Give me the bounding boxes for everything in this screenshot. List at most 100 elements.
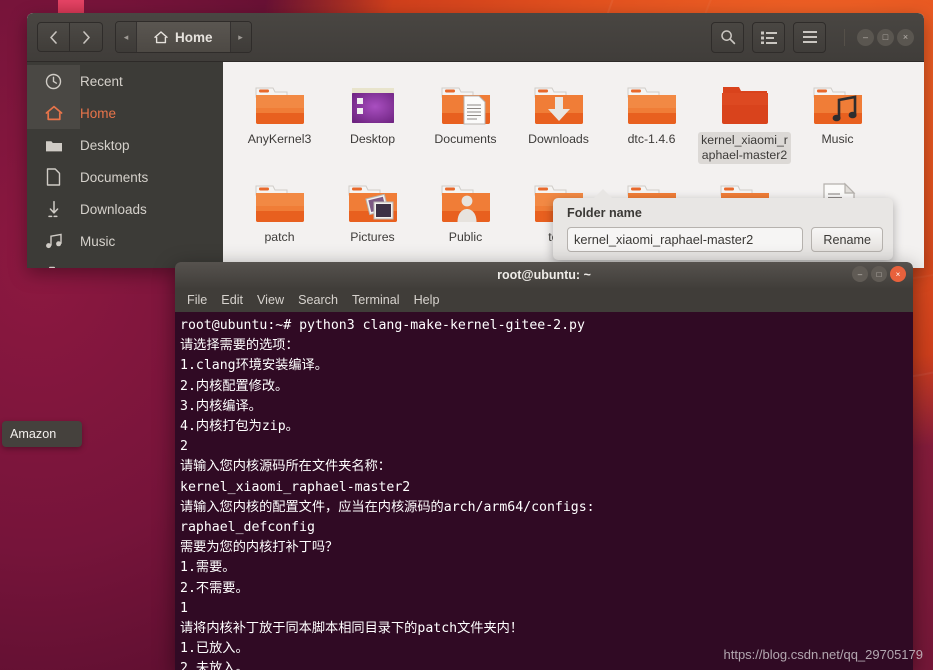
file-item-label: Documents: [434, 132, 497, 146]
view-toggle-button[interactable]: [752, 21, 785, 53]
terminal-line: 请输入您内核的配置文件，应当在内核源码的arch/arm64/configs:: [180, 499, 595, 515]
breadcrumb-item-home[interactable]: Home: [136, 22, 231, 52]
launcher-tooltip-amazon: Amazon: [2, 421, 82, 447]
file-item-desktop[interactable]: Desktop: [326, 68, 419, 164]
terminal-menu-bar: File Edit View Search Terminal Help: [175, 288, 913, 312]
maximize-button[interactable]: □: [877, 28, 894, 46]
file-item-label: Pictures: [350, 230, 395, 244]
minimize-button[interactable]: –: [857, 28, 874, 46]
terminal-close-button[interactable]: ×: [890, 266, 906, 282]
list-view-icon: [760, 31, 777, 44]
home-icon: [154, 30, 168, 43]
file-item-anykernel3[interactable]: AnyKernel3: [233, 68, 326, 164]
folder-documents-icon: [419, 74, 512, 126]
file-item-music[interactable]: Music: [791, 68, 884, 164]
file-item-label: Desktop: [349, 132, 396, 146]
menu-item-terminal[interactable]: Terminal: [352, 293, 400, 307]
sidebar-item-recent[interactable]: Recent: [27, 65, 223, 97]
rename-popover-title: Folder name: [567, 206, 642, 220]
sidebar-item-label: Pictures: [80, 266, 129, 269]
terminal-line: 请将内核补丁放于同本脚本相同目录下的patch文件夹内！: [180, 621, 524, 637]
nav-button-group: [37, 22, 103, 52]
terminal-line: 2.不需要。: [180, 580, 249, 596]
hamburger-menu-icon: [802, 31, 817, 43]
back-button[interactable]: [37, 22, 70, 52]
terminal-line: 需要为您的内核打补丁吗？: [180, 540, 339, 556]
sidebar-item-home[interactable]: Home: [27, 97, 223, 129]
file-item-public[interactable]: Public: [419, 166, 512, 245]
terminal-line: 1: [180, 600, 188, 616]
home-icon: [27, 97, 80, 129]
terminal-line: kernel_xiaomi_raphael-master2: [180, 479, 411, 495]
file-item-documents[interactable]: Documents: [419, 68, 512, 164]
folder-public-icon: [419, 172, 512, 224]
terminal-line: 请选择需要的选项：: [180, 338, 299, 354]
terminal-line: root@ubuntu:~# python3 clang-make-kernel…: [180, 318, 585, 333]
search-button[interactable]: [711, 21, 744, 53]
watermark-url: https://blog.csdn.net/qq_29705179: [723, 647, 924, 662]
file-grid-row: AnyKernel3 Desktop Documents Downloads d…: [233, 68, 924, 164]
terminal-line: 4.内核打包为zip。: [180, 419, 299, 435]
rename-popover-row: Rename: [567, 227, 883, 252]
music-icon: [27, 233, 80, 249]
file-item-label: kernel_xiaomi_raphael-master2: [698, 132, 791, 164]
sidebar-item-downloads[interactable]: Downloads: [27, 193, 223, 225]
close-button[interactable]: ×: [897, 28, 914, 46]
file-item-patch[interactable]: patch: [233, 166, 326, 245]
terminal-title-bar[interactable]: root@ubuntu: ~ – □ ×: [175, 262, 913, 288]
terminal-line: 3.内核编译。: [180, 398, 262, 414]
sidebar-item-label: Downloads: [80, 201, 147, 217]
rename-button[interactable]: Rename: [811, 227, 883, 252]
menu-item-view[interactable]: View: [257, 293, 284, 307]
folder-icon: [605, 74, 698, 126]
folder-name-input[interactable]: [567, 227, 804, 252]
search-icon: [720, 30, 735, 45]
terminal-line: 2.内核配置修改。: [180, 378, 289, 394]
terminal-line: 2: [180, 439, 188, 455]
menu-item-help[interactable]: Help: [414, 293, 440, 307]
file-item-dtc[interactable]: dtc-1.4.6: [605, 68, 698, 164]
file-item-pictures[interactable]: Pictures: [326, 166, 419, 245]
sidebar-item-documents[interactable]: Documents: [27, 161, 223, 193]
file-item-kernel-xiaomi-raphael-master2[interactable]: kernel_xiaomi_raphael-master2: [698, 68, 791, 164]
folder-desktop-icon: [326, 74, 419, 126]
terminal-window-controls: – □ ×: [852, 266, 906, 282]
file-item-label: patch: [264, 230, 295, 244]
folder-icon: [233, 74, 326, 126]
terminal-title-label: root@ubuntu: ~: [497, 268, 591, 282]
breadcrumb-scroll-left[interactable]: ◂: [116, 22, 136, 52]
main-menu-button[interactable]: [793, 21, 826, 53]
folder-pictures-icon: [326, 172, 419, 224]
sidebar: Recent Home Desktop Documents Downloads …: [27, 62, 223, 268]
rename-folder-popover: Folder name Rename: [553, 189, 893, 260]
file-item-label: Music: [821, 132, 854, 146]
terminal-line: raphael_defconfig: [180, 520, 315, 536]
breadcrumb-label: Home: [175, 29, 213, 45]
sidebar-item-label: Desktop: [80, 137, 130, 153]
terminal-window: root@ubuntu: ~ – □ × File Edit View Sear…: [175, 262, 913, 670]
camera-icon: [27, 266, 80, 268]
terminal-maximize-button[interactable]: □: [871, 266, 887, 282]
document-icon: [27, 168, 80, 186]
chevron-left-icon: [50, 30, 57, 44]
sidebar-item-label: Documents: [80, 169, 149, 185]
breadcrumb-scroll-right[interactable]: ▸: [230, 22, 251, 52]
download-icon: [27, 200, 80, 218]
folder-open-icon: [698, 74, 791, 126]
terminal-output[interactable]: root@ubuntu:~# python3 clang-make-kernel…: [175, 312, 913, 670]
folder-music-icon: [791, 74, 884, 126]
file-item-label: Public: [448, 230, 483, 244]
file-manager-header: ◂ Home ▸ – □ ×: [27, 13, 924, 62]
sidebar-item-music[interactable]: Music: [27, 225, 223, 257]
sidebar-item-desktop[interactable]: Desktop: [27, 129, 223, 161]
file-item-label: dtc-1.4.6: [627, 132, 676, 146]
terminal-line: 1.clang环境安装编译。: [180, 358, 328, 374]
menu-item-edit[interactable]: Edit: [221, 293, 243, 307]
menu-item-file[interactable]: File: [187, 293, 207, 307]
terminal-minimize-button[interactable]: –: [852, 266, 868, 282]
sidebar-item-label: Music: [80, 233, 116, 249]
file-item-downloads[interactable]: Downloads: [512, 68, 605, 164]
menu-item-search[interactable]: Search: [298, 293, 338, 307]
breadcrumb: ◂ Home ▸: [115, 21, 252, 53]
forward-button[interactable]: [70, 22, 103, 52]
